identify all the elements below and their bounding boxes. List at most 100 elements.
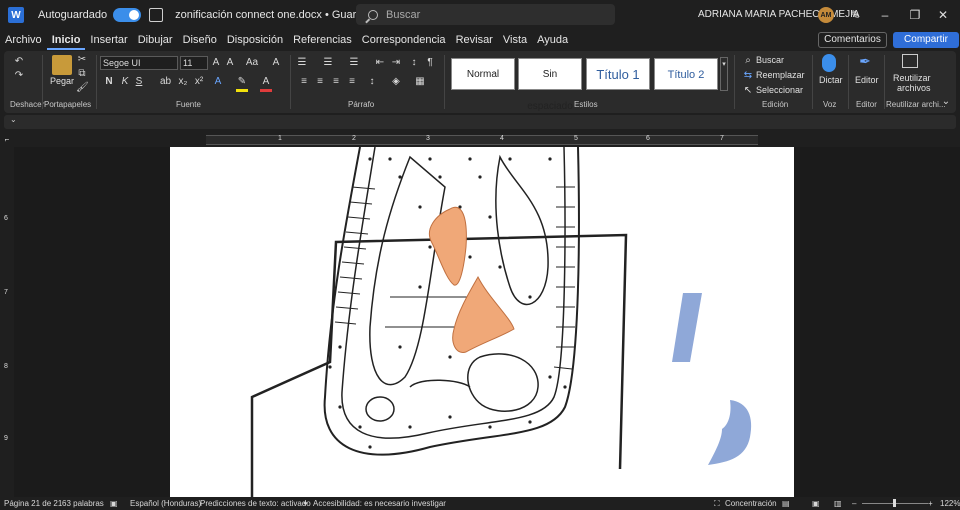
undo-icon[interactable]: ↶	[12, 55, 26, 69]
zoom-level[interactable]: 122%	[940, 499, 960, 508]
tab-archivo[interactable]: Archivo	[0, 30, 47, 50]
decrease-indent-icon[interactable]: ⇤	[374, 56, 386, 70]
copy-icon[interactable]: ⧉	[76, 67, 88, 81]
format-painter-icon[interactable]: 🖌	[76, 81, 89, 95]
tab-diseno[interactable]: Diseño	[178, 30, 222, 50]
pen-icon[interactable]: ✎	[846, 6, 864, 24]
show-marks-icon[interactable]: ¶	[424, 56, 436, 70]
spelling-icon[interactable]: ▣	[110, 499, 118, 508]
search-box[interactable]: Buscar	[356, 4, 615, 25]
tab-ayuda[interactable]: Ayuda	[532, 30, 573, 50]
document-area[interactable]	[14, 147, 960, 497]
user-name[interactable]: ADRIANA MARIA PACHECO MEJIA	[698, 9, 860, 20]
style-normal[interactable]: Normal	[451, 58, 515, 90]
qat-customize-icon[interactable]: ⌄	[10, 115, 17, 124]
align-left-icon[interactable]: ≡	[298, 75, 310, 89]
bold-icon[interactable]: N	[104, 75, 114, 89]
highlight-icon[interactable]: ✎	[236, 75, 248, 92]
document-page[interactable]	[170, 147, 794, 497]
editor-icon[interactable]: ✒	[856, 54, 874, 68]
redo-icon[interactable]: ↷	[12, 69, 26, 83]
strikethrough-icon[interactable]: ab	[160, 75, 171, 89]
bullets-icon[interactable]: ☰	[296, 56, 308, 70]
reuse-label-1[interactable]: Reutilizar	[893, 73, 931, 83]
avatar[interactable]: AM	[818, 7, 834, 23]
paste-label[interactable]: Pegar	[50, 76, 74, 86]
tab-revisar[interactable]: Revisar	[451, 30, 498, 50]
tab-dibujar[interactable]: Dibujar	[133, 30, 178, 50]
autosave-toggle[interactable]	[113, 8, 142, 22]
menu-tabs: Archivo Inicio Insertar Dibujar Diseño D…	[0, 30, 960, 50]
accessibility-icon[interactable]: ✦	[302, 499, 309, 508]
increase-indent-icon[interactable]: ⇥	[390, 56, 402, 70]
subscript-icon[interactable]: x₂	[178, 75, 188, 89]
read-mode-icon[interactable]: ▤	[782, 499, 790, 508]
sort-icon[interactable]: ↕	[408, 56, 420, 70]
numbering-icon[interactable]: ☰	[322, 56, 334, 70]
text-effects-icon[interactable]: A	[212, 75, 224, 89]
font-color-icon[interactable]: A	[260, 75, 272, 92]
accessibility-status[interactable]: Accesibilidad: es necesario investigar	[313, 499, 446, 508]
search-placeholder: Buscar	[386, 8, 421, 21]
print-layout-icon[interactable]: ▣	[812, 499, 820, 508]
tab-referencias[interactable]: Referencias	[288, 30, 357, 50]
reuse-label-2[interactable]: archivos	[897, 83, 931, 93]
dictate-button[interactable]: Dictar	[819, 75, 843, 85]
language-label[interactable]: Español (Honduras)	[130, 499, 201, 508]
font-size-combo[interactable]: 11	[180, 56, 208, 70]
italic-icon[interactable]: K	[120, 75, 130, 89]
page-count[interactable]: Página 21 de 21	[4, 499, 62, 508]
editor-button[interactable]: Editor	[855, 75, 879, 85]
shrink-font-icon[interactable]: A	[224, 56, 236, 70]
line-spacing-icon[interactable]: ↕	[366, 75, 378, 89]
cut-icon[interactable]: ✂	[76, 53, 88, 67]
tab-insertar[interactable]: Insertar	[85, 30, 132, 50]
close-icon[interactable]: ✕	[934, 6, 952, 24]
share-button[interactable]: Compartir	[893, 32, 959, 48]
borders-icon[interactable]: ▦	[414, 75, 426, 89]
style-heading-1[interactable]: Título 1	[586, 58, 650, 90]
vruler-number: 9	[4, 435, 8, 442]
find-button[interactable]: Buscar	[756, 55, 784, 65]
focus-mode[interactable]: Concentración	[725, 499, 777, 508]
zoning-plan-image[interactable]	[170, 147, 794, 497]
paste-icon[interactable]	[52, 55, 72, 75]
styles-more-icon[interactable]: ▾	[720, 57, 728, 91]
tab-vista[interactable]: Vista	[498, 30, 532, 50]
multilevel-list-icon[interactable]: ☰	[348, 56, 360, 70]
align-center-icon[interactable]: ≡	[314, 75, 326, 89]
justify-icon[interactable]: ≡	[346, 75, 358, 89]
focus-icon[interactable]: ⛶	[714, 499, 720, 509]
zoom-out-icon[interactable]: –	[852, 499, 856, 508]
underline-icon[interactable]: S	[134, 75, 144, 89]
minimize-icon[interactable]: –	[876, 6, 894, 24]
ribbon-collapse-icon[interactable]: ⌄	[940, 95, 952, 109]
select-button[interactable]: Seleccionar	[756, 85, 803, 95]
tab-disposicion[interactable]: Disposición	[222, 30, 288, 50]
grow-font-icon[interactable]: A	[210, 56, 222, 70]
replace-button[interactable]: Reemplazar	[756, 70, 805, 80]
align-right-icon[interactable]: ≡	[330, 75, 342, 89]
zoom-slider-thumb[interactable]	[893, 499, 896, 507]
tab-selector-icon[interactable]: ⌐	[3, 133, 11, 147]
tab-inicio[interactable]: Inicio	[46, 30, 86, 50]
replace-icon: ⇆	[743, 70, 753, 81]
shading-icon[interactable]: ◈	[390, 75, 402, 89]
text-predictions[interactable]: Predicciones de texto: activado	[200, 499, 311, 508]
comments-button[interactable]: Comentarios	[818, 32, 887, 48]
tab-correspondencia[interactable]: Correspondencia	[357, 30, 451, 50]
font-name-combo[interactable]: Segoe UI	[100, 56, 178, 70]
microphone-icon[interactable]	[822, 54, 836, 72]
reuse-files-icon[interactable]	[902, 54, 918, 68]
save-icon[interactable]	[149, 8, 164, 22]
clear-format-icon[interactable]: A	[270, 56, 282, 70]
restore-icon[interactable]: ❐	[906, 6, 924, 24]
style-no-spacing[interactable]: Sin espaciado	[518, 58, 582, 112]
word-count[interactable]: 63 palabras	[62, 499, 104, 508]
change-case-icon[interactable]: Aa	[242, 56, 262, 70]
zoom-in-icon[interactable]: +	[928, 499, 933, 508]
style-heading-2[interactable]: Título 2	[654, 58, 718, 90]
superscript-icon[interactable]: x²	[194, 75, 204, 89]
web-layout-icon[interactable]: ▥	[834, 499, 842, 508]
autosave-label: Autoguardado	[38, 9, 108, 21]
